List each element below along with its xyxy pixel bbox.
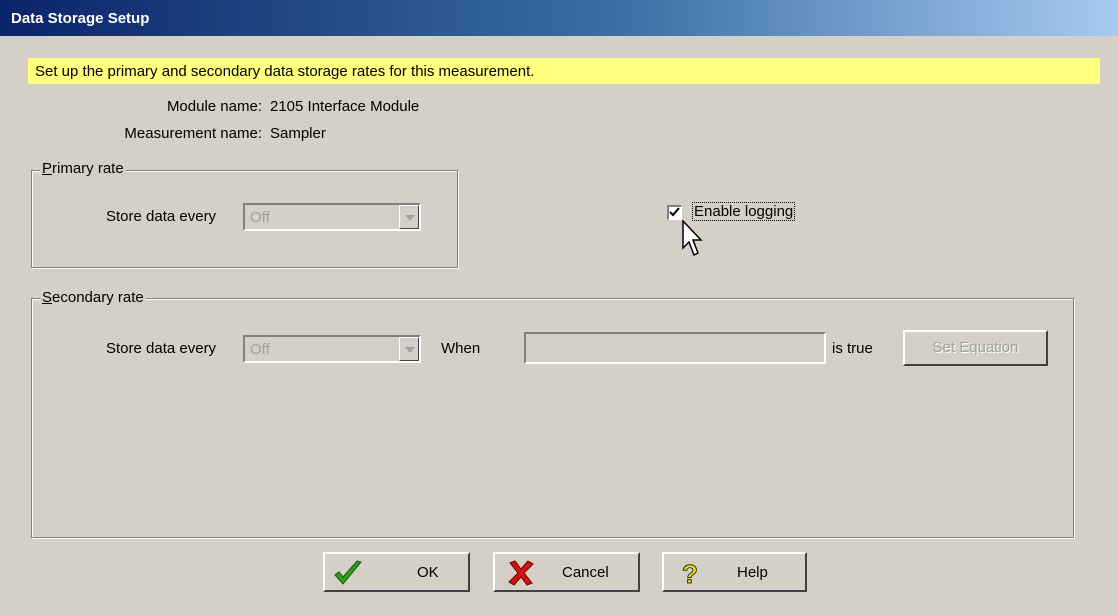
module-name-value: 2105 Interface Module (270, 98, 420, 115)
instruction-banner: Set up the primary and secondary data st… (28, 58, 1100, 84)
close-icon (508, 560, 534, 586)
enable-logging-text: Enable logging (694, 203, 794, 220)
measurement-name-label: Measurement name: (124, 125, 262, 142)
secondary-store-dropdown[interactable]: Off (243, 335, 421, 363)
equation-input[interactable] (524, 332, 826, 364)
chevron-down-icon[interactable] (399, 337, 419, 361)
instruction-text: Set up the primary and secondary data st… (35, 63, 535, 80)
question-mark-icon: ? (682, 560, 699, 588)
is-true-label: is true (832, 340, 873, 357)
primary-rate-title-rest: rimary rate (52, 160, 124, 177)
chevron-down-icon[interactable] (399, 205, 419, 229)
secondary-store-value: Off (250, 341, 270, 358)
primary-store-dropdown[interactable]: Off (243, 203, 421, 231)
cancel-button[interactable]: Cancel (493, 552, 640, 592)
module-name-label: Module name: (166, 98, 262, 115)
primary-rate-title-accel: P (42, 160, 53, 177)
primary-store-label: Store data every (106, 208, 217, 225)
mouse-cursor-icon (682, 220, 703, 257)
primary-store-value: Off (250, 209, 270, 226)
enable-logging-label[interactable]: Enable logging (692, 202, 796, 221)
ok-label: OK (417, 564, 439, 581)
set-equation-button[interactable]: Set Equation (903, 330, 1048, 366)
when-label: When (441, 340, 481, 357)
checkmark-icon (669, 207, 680, 217)
secondary-rate-title: Secondary rate (40, 289, 146, 306)
window-titlebar[interactable]: Data Storage Setup (0, 0, 1118, 36)
help-button[interactable]: ? Help (662, 552, 807, 592)
measurement-name-value: Sampler (270, 125, 326, 142)
help-label: Help (737, 564, 768, 581)
ok-button[interactable]: OK (323, 552, 470, 592)
checkmark-icon (334, 560, 362, 585)
set-equation-label: Set Equation (932, 339, 1019, 356)
cancel-label: Cancel (562, 564, 609, 581)
secondary-store-label: Store data every (106, 340, 217, 357)
primary-rate-title: Primary rate (40, 160, 126, 177)
secondary-rate-title-accel: S (42, 289, 53, 306)
enable-logging-checkbox[interactable] (667, 205, 682, 220)
secondary-rate-title-rest: econdary rate (52, 289, 144, 306)
window-title: Data Storage Setup (11, 10, 150, 27)
svg-text:?: ? (682, 560, 698, 588)
